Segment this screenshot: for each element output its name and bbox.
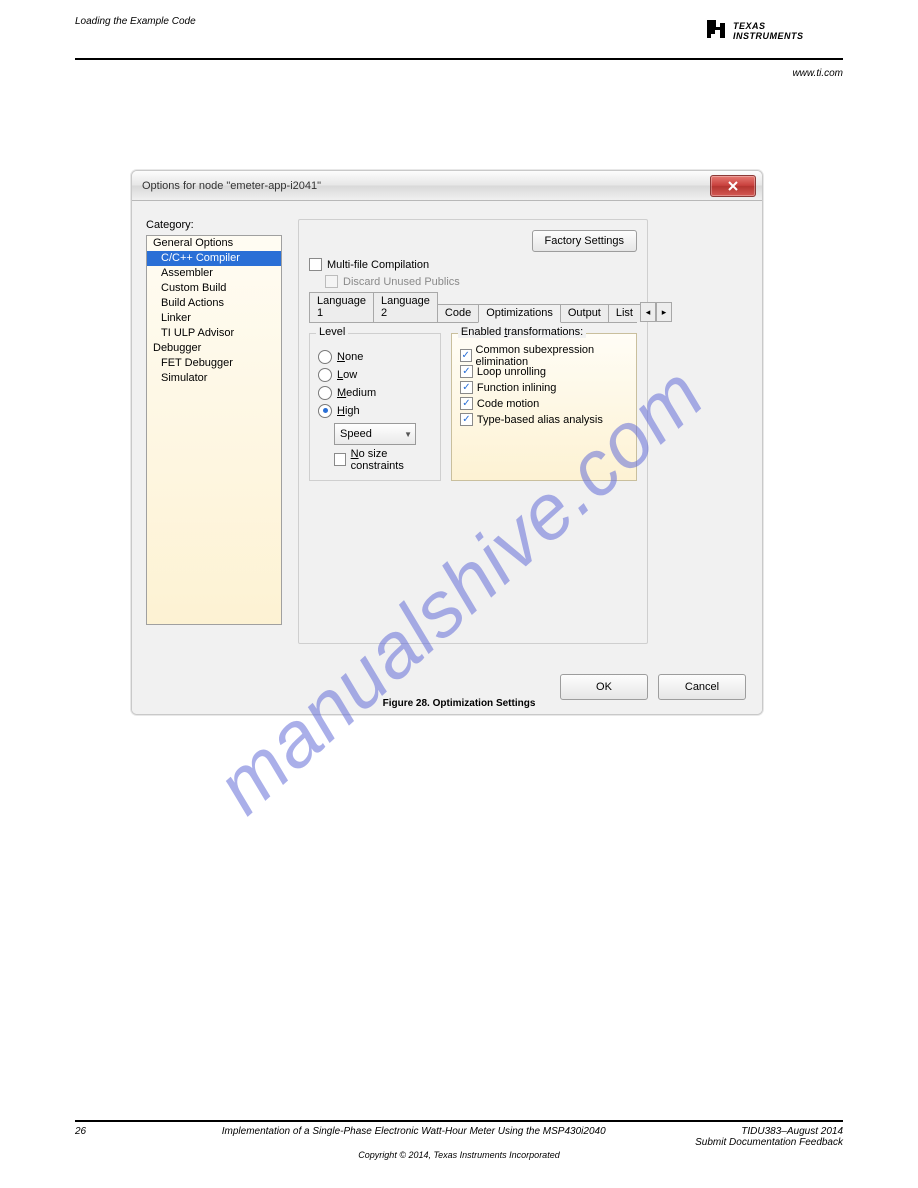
level-groupbox: Level NoneLowMediumHigh Speed ▼ No size … — [309, 333, 441, 481]
checkbox-icon — [309, 258, 322, 271]
tab-output[interactable]: Output — [560, 304, 609, 322]
speed-combo[interactable]: Speed ▼ — [334, 423, 416, 445]
level-radio[interactable]: Low — [318, 366, 432, 383]
footer-rule — [75, 1120, 843, 1122]
svg-text:INSTRUMENTS: INSTRUMENTS — [733, 31, 804, 41]
category-item[interactable]: Assembler — [147, 266, 281, 281]
transformations-groupbox: Enabled transformations: Common subexpre… — [451, 333, 637, 481]
tab-optimizations[interactable]: Optimizations — [478, 304, 561, 323]
header-left-line1: Loading the Example Code — [75, 16, 196, 27]
options-dialog: Options for node "emeter-app-i2041" Cate… — [131, 170, 763, 715]
radio-icon — [318, 368, 332, 382]
close-button[interactable] — [710, 175, 756, 197]
category-label: Category: — [146, 219, 282, 231]
category-item[interactable]: C/C++ Compiler — [147, 251, 281, 266]
category-item[interactable]: Debugger — [147, 341, 281, 356]
transformation-checkbox[interactable]: Type-based alias analysis — [460, 412, 628, 427]
tab-scroll-left[interactable]: ◂ — [640, 302, 656, 322]
page-number: 26 — [75, 1126, 86, 1137]
discard-unused-publics-checkbox: Discard Unused Publics — [325, 273, 637, 290]
ti-logo: TEXAS INSTRUMENTS — [703, 16, 843, 46]
tab-list[interactable]: List — [608, 304, 641, 322]
ok-button[interactable]: OK — [560, 674, 648, 700]
tab-code[interactable]: Code — [437, 304, 479, 322]
transformation-checkbox[interactable]: Code motion — [460, 396, 628, 411]
checkbox-icon — [325, 275, 338, 288]
tab-scroll-right[interactable]: ▸ — [656, 302, 672, 322]
checkbox-icon — [460, 397, 473, 410]
checkbox-icon — [460, 413, 473, 426]
checkbox-icon — [334, 453, 346, 466]
checkbox-icon — [460, 365, 473, 378]
level-legend: Level — [316, 326, 348, 338]
category-item[interactable]: Custom Build — [147, 281, 281, 296]
radio-icon — [318, 404, 332, 418]
radio-icon — [318, 386, 332, 400]
options-main-panel: Factory Settings Multi-file Compilation … — [298, 219, 648, 644]
checkbox-icon — [460, 381, 473, 394]
no-size-constraints-checkbox[interactable]: No size constraints — [334, 451, 432, 468]
transformation-checkbox[interactable]: Function inlining — [460, 380, 628, 395]
level-radio[interactable]: Medium — [318, 384, 432, 401]
category-item[interactable]: Linker — [147, 311, 281, 326]
tab-language1[interactable]: Language 1 — [309, 292, 374, 322]
multifile-compilation-checkbox[interactable]: Multi-file Compilation — [309, 256, 637, 273]
category-item[interactable]: General Options — [147, 236, 281, 251]
footer-copyright: Copyright © 2014, Texas Instruments Inco… — [75, 1150, 843, 1160]
footer-title: Implementation of a Single-Phase Electro… — [86, 1126, 741, 1137]
cancel-button[interactable]: Cancel — [658, 674, 746, 700]
tab-language2[interactable]: Language 2 — [373, 292, 438, 322]
level-radio[interactable]: None — [318, 348, 432, 365]
category-item[interactable]: Build Actions — [147, 296, 281, 311]
figure-caption: Figure 28. Optimization Settings — [0, 698, 918, 709]
transformation-checkbox[interactable]: Common subexpression elimination — [460, 348, 628, 363]
radio-icon — [318, 350, 332, 364]
level-radio[interactable]: High — [318, 402, 432, 419]
chevron-down-icon: ▼ — [404, 430, 412, 439]
footer-doc-rev: TIDU383–August 2014 — [741, 1126, 843, 1137]
category-item[interactable]: FET Debugger — [147, 356, 281, 371]
header-rule — [75, 58, 843, 60]
category-list[interactable]: General OptionsC/C++ CompilerAssemblerCu… — [146, 235, 282, 625]
svg-text:TEXAS: TEXAS — [733, 21, 766, 31]
dialog-titlebar: Options for node "emeter-app-i2041" — [132, 171, 762, 201]
factory-settings-button[interactable]: Factory Settings — [532, 230, 637, 252]
checkbox-icon — [460, 349, 472, 362]
category-item[interactable]: TI ULP Advisor — [147, 326, 281, 341]
close-icon — [727, 180, 739, 192]
transformations-legend: Enabled transformations: — [458, 326, 586, 338]
header-site-link[interactable]: www.ti.com — [792, 68, 843, 79]
submit-feedback-link[interactable]: Submit Documentation Feedback — [695, 1137, 843, 1148]
category-item[interactable]: Simulator — [147, 371, 281, 386]
dialog-title: Options for node "emeter-app-i2041" — [142, 180, 321, 192]
tab-bar: Language 1 Language 2 Code Optimizations… — [309, 300, 637, 323]
